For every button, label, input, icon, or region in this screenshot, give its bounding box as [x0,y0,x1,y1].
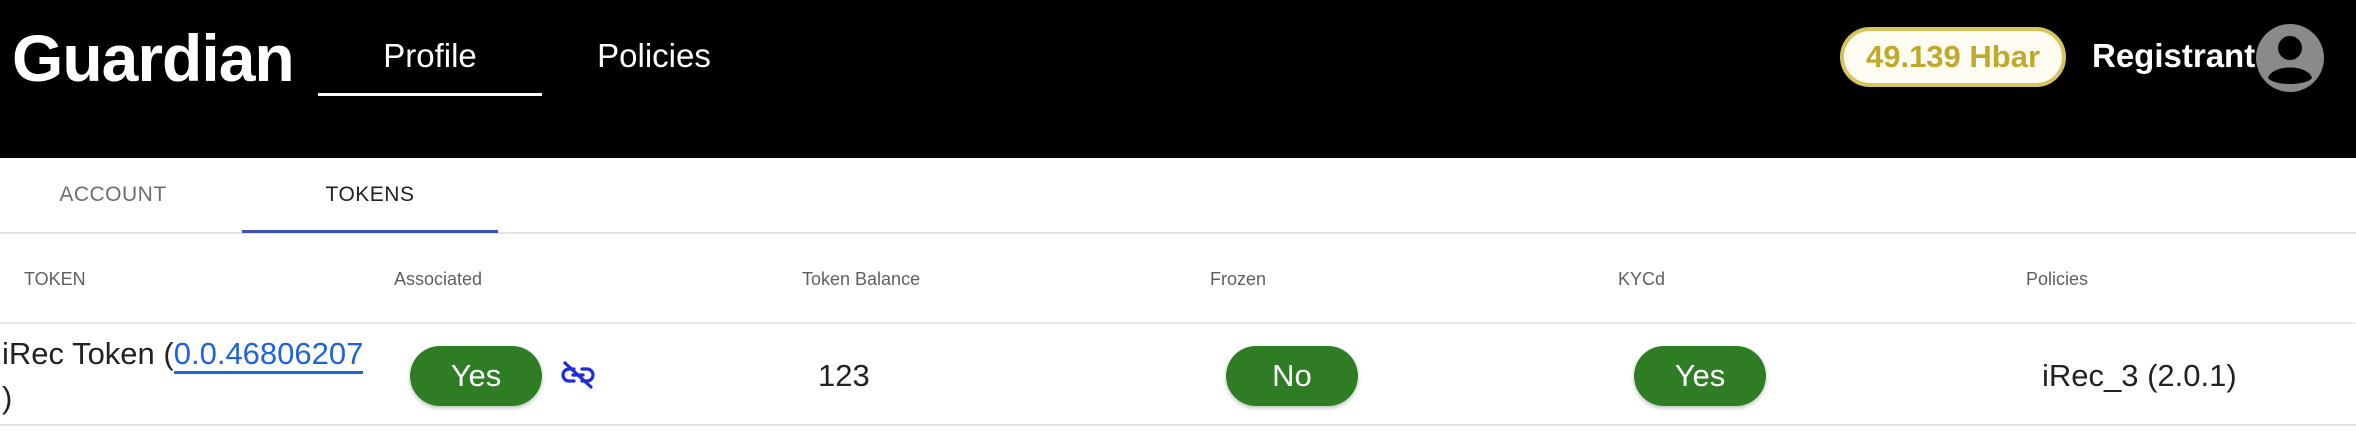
tab-active-indicator [242,230,498,233]
tab-account[interactable]: ACCOUNT [0,158,226,232]
hbar-balance-value: 49.139 Hbar [1865,39,2041,74]
associated-status-badge: Yes [410,346,542,406]
user-role-label[interactable]: Registrant [2092,34,2255,78]
kyc-status-badge: Yes [1634,346,1766,406]
hbar-balance-chip: 49.139 Hbar [1840,27,2066,87]
token-name-label: iRec Token ( [2,336,174,371]
column-header-policies: Policies [2026,269,2089,289]
column-header-token-balance: Token Balance [802,269,921,289]
profile-tabs: ACCOUNT TOKENS [0,158,2356,234]
nav-policies[interactable]: Policies [584,34,724,78]
app-brand: Guardian [12,21,295,95]
policy-name-value: iRec_3 (2.0.1) [2042,358,2237,393]
frozen-status-badge: No [1226,346,1358,406]
column-header-token: TOKEN [24,269,86,289]
link-off-icon[interactable] [560,360,596,390]
tab-tokens[interactable]: TOKENS [242,158,498,232]
column-header-kycd: KYCd [1618,269,1666,289]
nav-profile[interactable]: Profile [318,34,542,78]
column-header-frozen: Frozen [1210,269,1267,289]
table-row: iRec Token (0.0.46806207) Yes 123 No Yes… [0,324,2356,426]
column-header-associated: Associated [394,269,483,289]
token-name-cell: iRec Token (0.0.46806207) [2,332,382,420]
account-circle-icon[interactable] [2256,24,2324,92]
top-app-bar: Guardian Profile Policies 49.139 Hbar Re… [0,0,2356,158]
token-id-link[interactable]: 0.0.46806207 [173,336,364,374]
tokens-table-header: TOKEN Associated Token Balance Frozen KY… [0,236,2356,322]
token-name-closing: ) [2,380,13,415]
token-balance-value: 123 [818,358,870,393]
nav-profile-active-indicator [318,93,542,96]
